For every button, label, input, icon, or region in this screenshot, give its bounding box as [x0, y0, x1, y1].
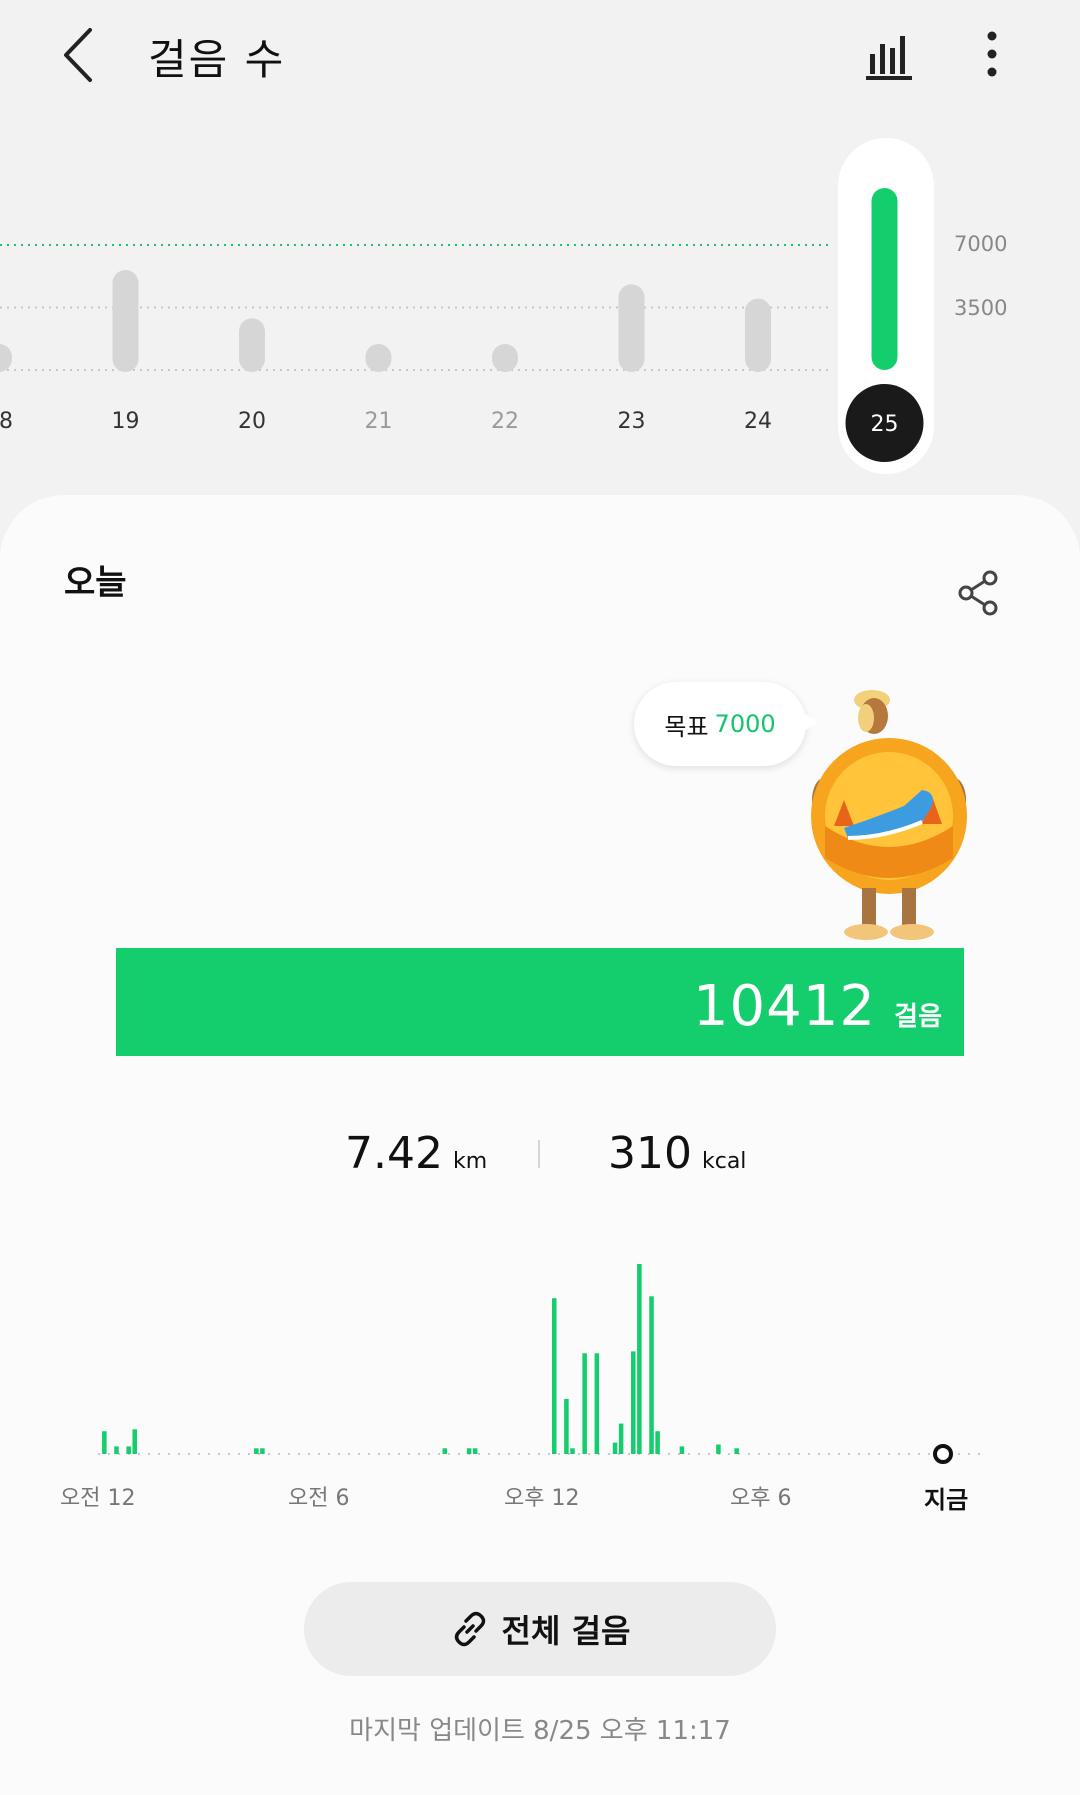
page-title: 걸음 수	[148, 35, 286, 84]
day-bar-25	[871, 188, 898, 370]
hourly-bar-7	[466, 1448, 472, 1454]
hourly-bar-14	[612, 1442, 618, 1454]
hourly-bar-17	[637, 1264, 642, 1454]
app-header: 걸음 수	[0, 0, 1080, 110]
today-steps-unit: 걸음	[894, 1002, 942, 1032]
axis-label-6pm: 오후 6	[730, 1486, 792, 1511]
hourly-bar-6	[442, 1448, 448, 1454]
day-label-25: 25	[871, 412, 899, 437]
day-bar-23	[618, 284, 645, 372]
today-steps-value: 10412	[692, 974, 876, 1039]
axis-label-midnight: 오전 12	[60, 1486, 136, 1511]
hourly-bar-5	[260, 1448, 265, 1454]
day-bar-22	[492, 344, 518, 372]
goal-bubble: 목표 7000	[634, 682, 818, 766]
chevron-left-icon	[64, 28, 92, 82]
day-label-21: 21	[365, 409, 393, 434]
day-bar-20	[239, 318, 265, 372]
day-label-24: 24	[744, 409, 772, 434]
hourly-steps-chart	[98, 1264, 986, 1464]
hourly-bar-0	[102, 1431, 107, 1454]
hourly-bar-8	[472, 1448, 478, 1454]
hourly-bar-15	[618, 1423, 624, 1454]
hourly-bar-21	[716, 1444, 721, 1454]
hourly-bar-4	[254, 1448, 259, 1454]
axis-label-now: 지금	[924, 1486, 969, 1514]
weekly-bars: 18 19 20 21 22 23 24 25	[0, 138, 934, 474]
day-bar-18	[0, 344, 12, 372]
day-bar-24	[745, 298, 771, 372]
share-button[interactable]	[956, 568, 1002, 618]
day-label-22: 22	[491, 409, 519, 434]
all-steps-button[interactable]: 전체 걸음	[304, 1582, 776, 1676]
stat-divider	[538, 1140, 540, 1168]
hourly-bar-9	[552, 1298, 557, 1454]
hourly-bar-19	[655, 1431, 660, 1454]
today-steps-bar: 10412 걸음	[116, 948, 964, 1056]
hourly-bar-3	[132, 1429, 137, 1454]
day-bar-19	[112, 270, 139, 372]
chart-view-button[interactable]	[862, 26, 918, 82]
bar-chart-icon	[866, 36, 912, 80]
hourly-bar-20	[679, 1446, 685, 1454]
hourly-bar-13	[594, 1353, 600, 1454]
last-updated: 마지막 업데이트 8/25 오후 11:17	[349, 1716, 731, 1746]
distance-stat: 7.42 km	[345, 1128, 487, 1179]
day-label-19: 19	[112, 409, 140, 434]
calories-value: 310	[608, 1128, 692, 1179]
distance-value: 7.42	[345, 1128, 443, 1179]
now-marker	[933, 1444, 953, 1464]
distance-unit: km	[452, 1149, 488, 1174]
hourly-bar-10	[564, 1398, 569, 1454]
hourly-bar-2	[126, 1446, 131, 1454]
goal-line-label: 7000	[954, 232, 1008, 256]
section-title-today: 오늘	[64, 563, 127, 603]
hourly-bar-1	[114, 1446, 119, 1454]
hourly-bar-11	[570, 1448, 575, 1454]
axis-label-noon: 오후 12	[504, 1486, 580, 1511]
calories-stat: 310 kcal	[608, 1128, 746, 1179]
calories-unit: kcal	[701, 1149, 747, 1174]
hourly-bar-12	[582, 1353, 587, 1454]
goal-value: 7000	[714, 710, 776, 738]
all-steps-label: 전체 걸음	[501, 1612, 631, 1650]
day-label-23: 23	[618, 409, 646, 434]
link-icon	[454, 1611, 485, 1647]
day-label-18: 18	[0, 409, 13, 434]
hourly-bar-18	[649, 1296, 654, 1454]
share-icon	[958, 570, 998, 616]
mid-line-label: 3500	[954, 296, 1008, 320]
more-vertical-icon	[987, 31, 997, 77]
hourly-bar-16	[631, 1351, 636, 1454]
hourly-bar-22	[734, 1448, 739, 1454]
mascot-badge-illustration	[811, 690, 967, 940]
goal-prefix: 목표	[664, 712, 709, 741]
axis-label-6am: 오전 6	[288, 1486, 350, 1511]
more-options-button[interactable]	[972, 26, 1012, 82]
back-button[interactable]	[52, 22, 112, 88]
day-label-20: 20	[238, 409, 266, 434]
day-bar-21	[365, 344, 392, 372]
weekly-steps-chart[interactable]: 18 19 20 21 22 23 24 25 7000 3500	[0, 110, 1080, 490]
